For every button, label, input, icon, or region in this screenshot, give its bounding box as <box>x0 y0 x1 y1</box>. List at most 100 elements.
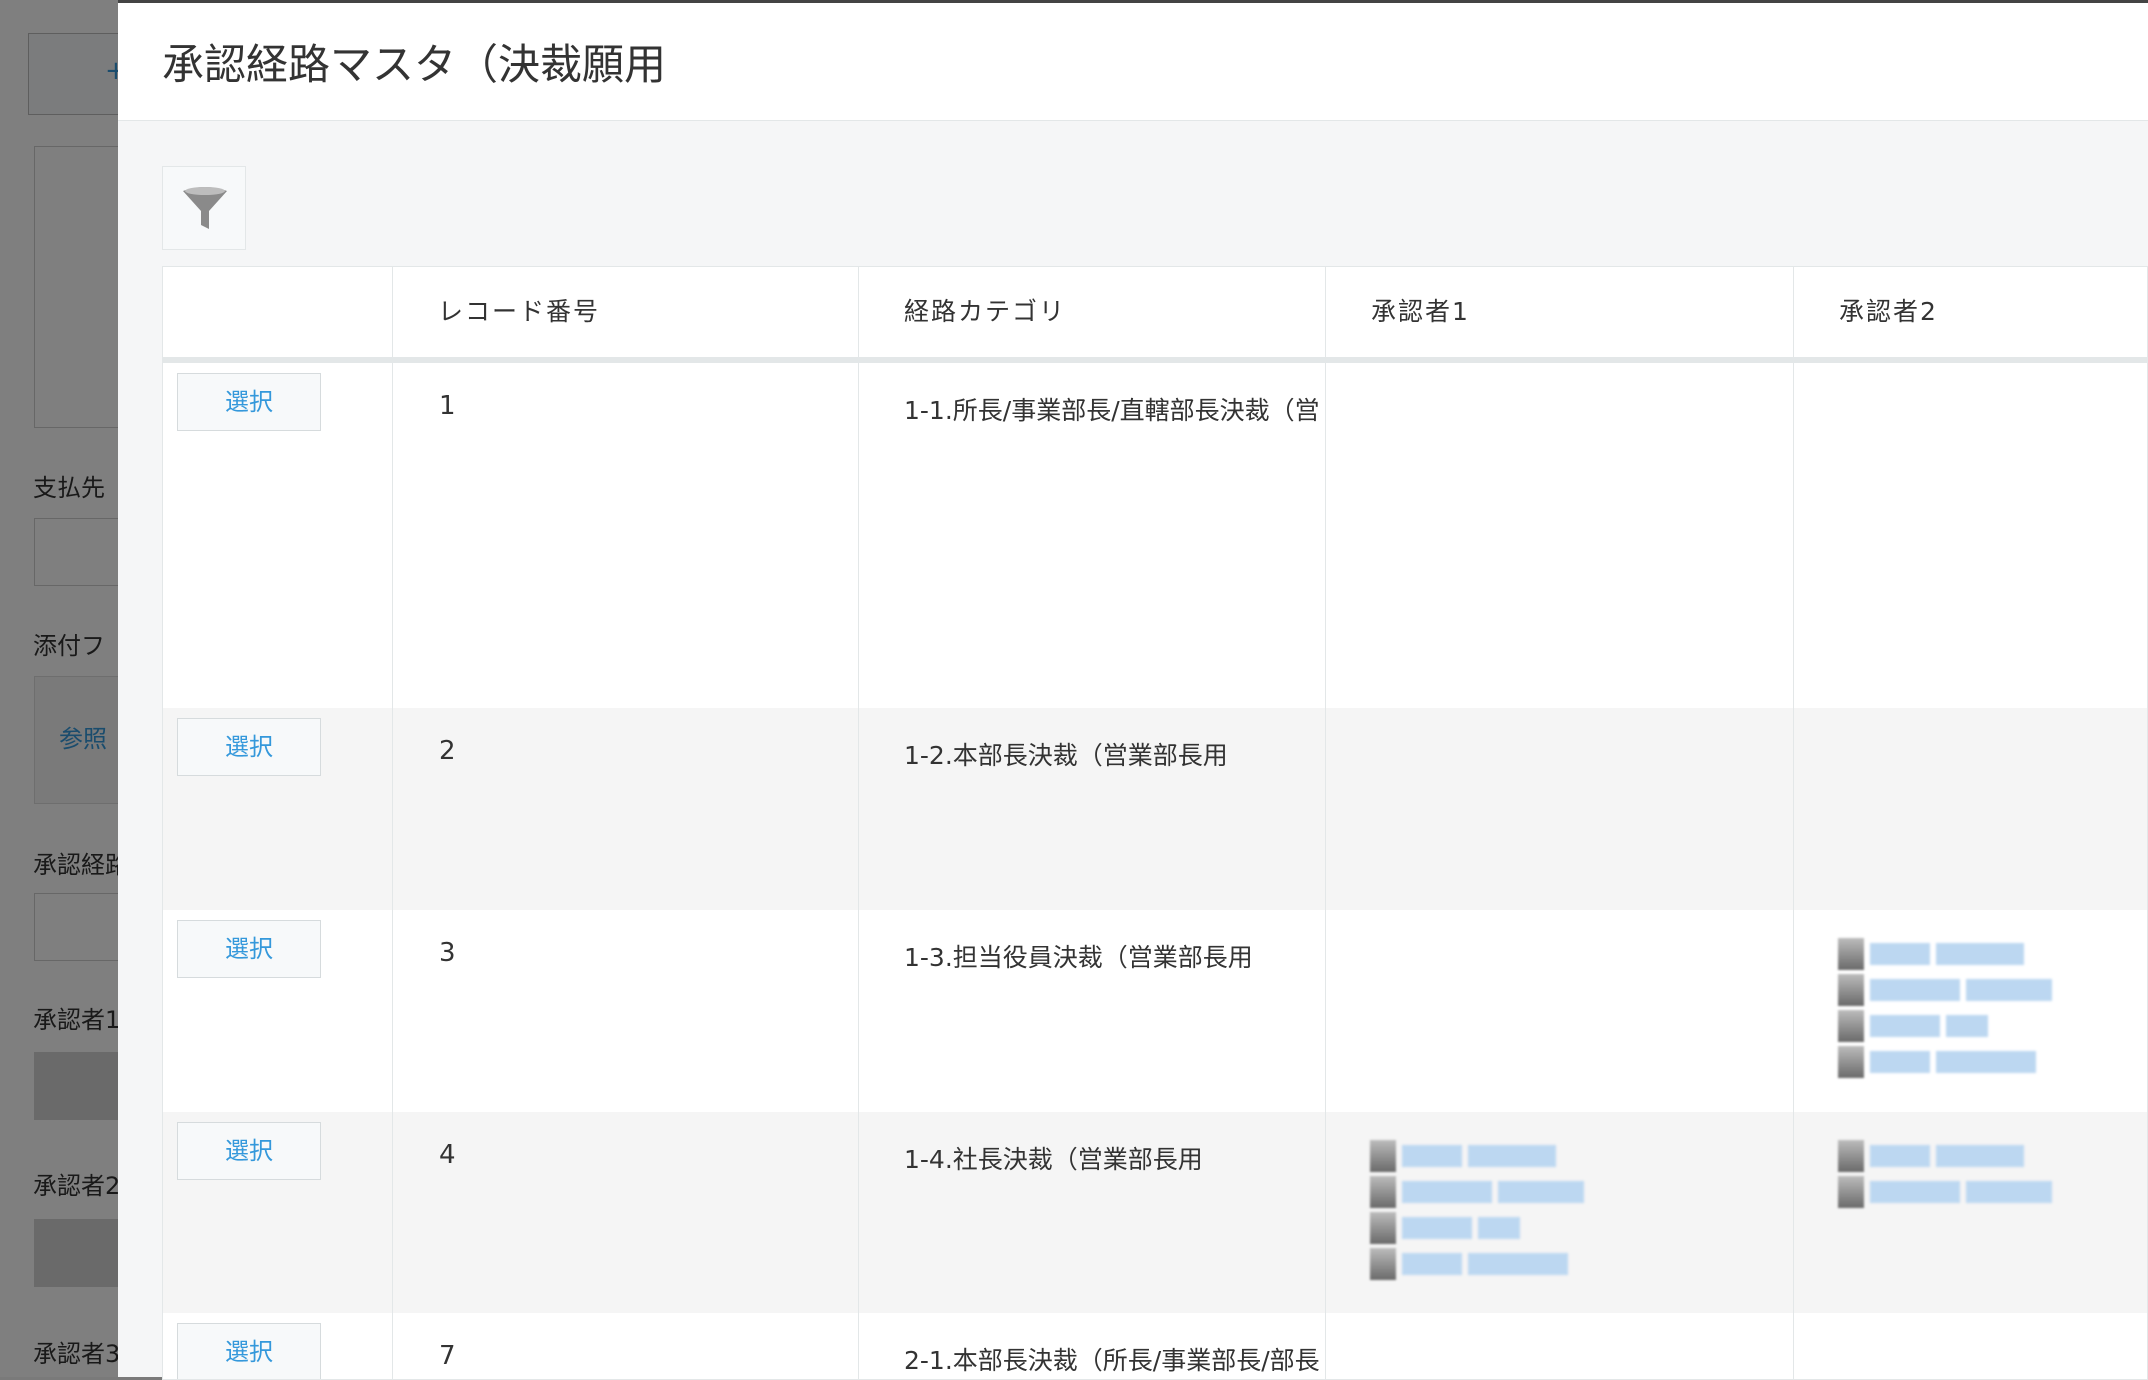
table-row: 選択 2 1-2.本部長決裁（営業部長用 <box>163 708 2147 910</box>
cell-record-number: 3 <box>393 910 859 1112</box>
cell-select: 選択 <box>163 1313 393 1379</box>
blurred-user-name[interactable] <box>1946 1015 1988 1037</box>
approver-entry[interactable] <box>1838 1138 2052 1174</box>
blurred-user-name[interactable] <box>1870 1051 1930 1073</box>
cell-select: 選択 <box>163 363 393 708</box>
blurred-user-name[interactable] <box>1478 1217 1520 1239</box>
user-avatar <box>1838 1140 1864 1172</box>
cell-record-number: 7 <box>393 1313 859 1379</box>
column-header-record-number[interactable]: レコード番号 <box>393 267 859 357</box>
user-avatar <box>1370 1176 1396 1208</box>
approver-entry[interactable] <box>1838 936 2052 972</box>
record-number: 2 <box>439 736 456 766</box>
approver-entry[interactable] <box>1838 1008 2052 1044</box>
blurred-user-name[interactable] <box>1966 979 2052 1001</box>
blurred-user-name[interactable] <box>1870 943 1930 965</box>
blurred-user-name[interactable] <box>1870 1145 1930 1167</box>
cell-approver2 <box>1794 910 2147 1112</box>
route-category-text: 1-2.本部長決裁（営業部長用 <box>904 741 1228 770</box>
table-row: 選択 4 1-4.社長決裁（営業部長用 <box>163 1112 2147 1313</box>
approver-entry[interactable] <box>1370 1174 1584 1210</box>
blurred-user-name[interactable] <box>1870 1015 1940 1037</box>
cell-route-category: 1-4.社長決裁（営業部長用 <box>859 1112 1326 1313</box>
column-header-route-category[interactable]: 経路カテゴリ <box>859 267 1326 357</box>
approver1-list <box>1370 1138 1584 1282</box>
table-row: 選択 1 1-1.所長/事業部長/直轄部長決裁（営 <box>163 363 2147 708</box>
approver-entry[interactable] <box>1370 1210 1584 1246</box>
cell-select: 選択 <box>163 910 393 1112</box>
blurred-user-name[interactable] <box>1402 1253 1462 1275</box>
select-button[interactable]: 選択 <box>177 718 321 776</box>
user-avatar <box>1838 938 1864 970</box>
cell-record-number: 1 <box>393 363 859 708</box>
filter-funnel-icon <box>183 187 227 229</box>
select-button[interactable]: 選択 <box>177 373 321 431</box>
select-button[interactable]: 選択 <box>177 1122 321 1180</box>
blurred-user-name[interactable] <box>1402 1181 1492 1203</box>
user-avatar <box>1838 1176 1864 1208</box>
blurred-user-name[interactable] <box>1870 979 1960 1001</box>
cell-route-category: 1-2.本部長決裁（営業部長用 <box>859 708 1326 910</box>
route-category-text: 2-1.本部長決裁（所長/事業部長/部長 <box>904 1346 1320 1375</box>
cell-route-category: 1-1.所長/事業部長/直轄部長決裁（営 <box>859 363 1326 708</box>
approver-entry[interactable] <box>1370 1138 1584 1174</box>
cell-route-category: 2-1.本部長決裁（所長/事業部長/部長 <box>859 1313 1326 1379</box>
records-table: レコード番号 経路カテゴリ 承認者1 承認者2 選択 1 1-1.所長/事業部長/直… <box>162 266 2148 1380</box>
blurred-user-name[interactable] <box>1468 1145 1556 1167</box>
cell-approver1 <box>1326 363 1794 708</box>
column-header-approver2[interactable]: 承認者2 <box>1794 267 2147 357</box>
column-header-select <box>163 267 393 357</box>
blurred-user-name[interactable] <box>1402 1217 1472 1239</box>
record-number: 3 <box>439 938 456 968</box>
filter-button[interactable] <box>162 166 246 250</box>
cell-record-number: 4 <box>393 1112 859 1313</box>
cell-approver1 <box>1326 1112 1794 1313</box>
cell-approver1 <box>1326 1313 1794 1379</box>
blurred-user-name[interactable] <box>1936 1145 2024 1167</box>
user-avatar <box>1838 1010 1864 1042</box>
blurred-user-name[interactable] <box>1966 1181 2052 1203</box>
dialog-title: 承認経路マスタ（決裁願用 <box>162 40 667 89</box>
approver2-list <box>1838 1138 2052 1210</box>
approver-entry[interactable] <box>1838 972 2052 1008</box>
table-row: 選択 7 2-1.本部長決裁（所長/事業部長/部長 <box>163 1313 2147 1379</box>
approver2-list <box>1838 936 2052 1080</box>
cell-select: 選択 <box>163 1112 393 1313</box>
user-avatar <box>1838 1046 1864 1078</box>
record-number: 1 <box>439 391 456 421</box>
cell-approver2 <box>1794 1313 2147 1379</box>
record-number: 4 <box>439 1140 456 1170</box>
route-category-text: 1-3.担当役員決裁（営業部長用 <box>904 943 1253 972</box>
column-header-approver1[interactable]: 承認者1 <box>1326 267 1794 357</box>
route-master-dialog: 承認経路マスタ（決裁願用 レコード番号 経路カテゴリ 承認者1 承認者2 選択 1… <box>118 0 2148 1380</box>
cell-approver2 <box>1794 708 2147 910</box>
dialog-header: 承認経路マスタ（決裁願用 <box>118 3 2148 121</box>
cell-approver2 <box>1794 363 2147 708</box>
route-category-text: 1-4.社長決裁（営業部長用 <box>904 1145 1203 1174</box>
user-avatar <box>1370 1248 1396 1280</box>
cell-approver1 <box>1326 708 1794 910</box>
user-avatar <box>1838 974 1864 1006</box>
blurred-user-name[interactable] <box>1402 1145 1462 1167</box>
cell-approver1 <box>1326 910 1794 1112</box>
table-header: レコード番号 経路カテゴリ 承認者1 承認者2 <box>163 267 2147 363</box>
blurred-user-name[interactable] <box>1870 1181 1960 1203</box>
blurred-user-name[interactable] <box>1498 1181 1584 1203</box>
approver-entry[interactable] <box>1838 1174 2052 1210</box>
blurred-user-name[interactable] <box>1468 1253 1568 1275</box>
route-category-text: 1-1.所長/事業部長/直轄部長決裁（営 <box>904 396 1320 425</box>
table-row: 選択 3 1-3.担当役員決裁（営業部長用 <box>163 910 2147 1112</box>
cell-approver2 <box>1794 1112 2147 1313</box>
blurred-user-name[interactable] <box>1936 1051 2036 1073</box>
select-button[interactable]: 選択 <box>177 1323 321 1379</box>
cell-select: 選択 <box>163 708 393 910</box>
approver-entry[interactable] <box>1838 1044 2052 1080</box>
record-number: 7 <box>439 1341 456 1371</box>
cell-route-category: 1-3.担当役員決裁（営業部長用 <box>859 910 1326 1112</box>
user-avatar <box>1370 1140 1396 1172</box>
approver-entry[interactable] <box>1370 1246 1584 1282</box>
select-button[interactable]: 選択 <box>177 920 321 978</box>
cell-record-number: 2 <box>393 708 859 910</box>
blurred-user-name[interactable] <box>1936 943 2024 965</box>
user-avatar <box>1370 1212 1396 1244</box>
